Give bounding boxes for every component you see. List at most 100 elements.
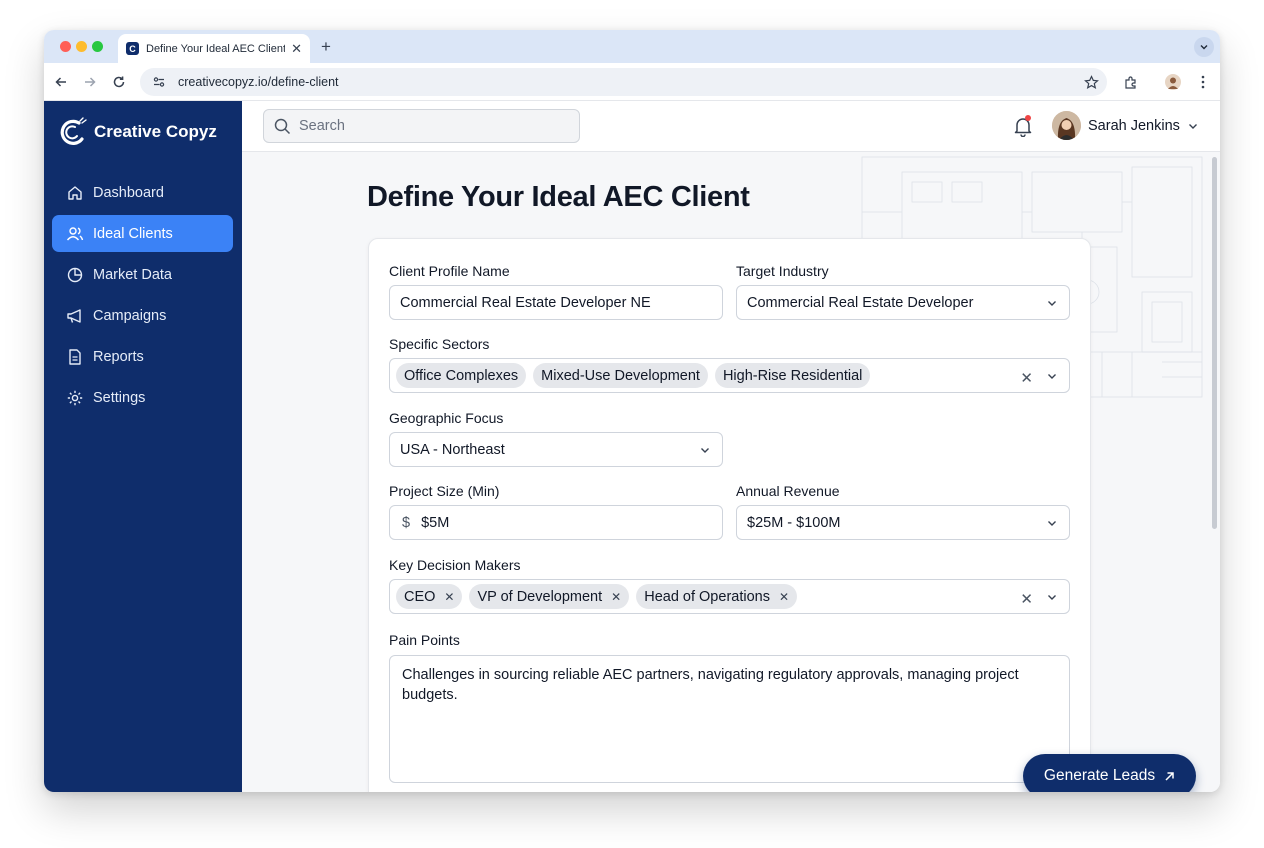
- profile-avatar-icon[interactable]: [1164, 73, 1182, 91]
- decision-maker-chip[interactable]: Head of Operations ✕: [636, 584, 798, 609]
- remove-chip-icon[interactable]: ✕: [611, 590, 621, 604]
- geo-select[interactable]: USA - Northeast: [389, 432, 723, 467]
- sidebar-item-campaigns[interactable]: Campaigns: [52, 297, 233, 334]
- sectors-multiselect[interactable]: Office Complexes Mixed-Use Development H…: [389, 358, 1070, 393]
- sidebar-item-ideal-clients[interactable]: Ideal Clients: [52, 215, 233, 252]
- chevron-down-icon: [1048, 521, 1056, 526]
- new-tab-button[interactable]: +: [321, 37, 331, 57]
- remove-chip-icon[interactable]: ✕: [779, 590, 789, 604]
- browser-toolbar: creativecopyz.io/define-client: [44, 63, 1220, 101]
- users-icon: [66, 226, 84, 240]
- tab-title: Define Your Ideal AEC Client: [146, 42, 286, 55]
- profile-name-label: Client Profile Name: [389, 263, 510, 279]
- profile-name-field[interactable]: Commercial Real Estate Developer NE: [389, 285, 723, 320]
- decision-makers-label: Key Decision Makers: [389, 557, 521, 573]
- search-input[interactable]: [299, 118, 559, 134]
- generate-leads-label: Generate Leads: [1043, 767, 1156, 784]
- sidebar-nav: Dashboard Ideal Clients Market Data Camp…: [52, 174, 233, 420]
- brand-logo-icon: [60, 117, 87, 145]
- decision-maker-chip[interactable]: CEO ✕: [396, 584, 463, 609]
- revenue-select[interactable]: $25M - $100M: [736, 505, 1070, 540]
- pain-points-label: Pain Points: [389, 632, 460, 648]
- target-industry-select[interactable]: Commercial Real Estate Developer: [736, 285, 1070, 320]
- sidebar-item-settings[interactable]: Settings: [52, 379, 233, 416]
- chevron-down-icon: [1200, 45, 1208, 50]
- sidebar-item-label: Dashboard: [93, 184, 164, 201]
- document-icon: [69, 348, 81, 365]
- browser-window: C Define Your Ideal AEC Client ✕ + creat…: [44, 30, 1220, 792]
- user-menu[interactable]: Sarah Jenkins: [1052, 111, 1198, 140]
- brand-name: Creative Copyz: [94, 122, 217, 141]
- scrollbar[interactable]: [1212, 157, 1217, 529]
- browser-tab-active[interactable]: C Define Your Ideal AEC Client ✕: [118, 34, 310, 63]
- favicon-icon: C: [126, 42, 139, 55]
- top-bar: Sarah Jenkins: [242, 101, 1220, 152]
- megaphone-icon: [67, 308, 81, 323]
- brand-logo[interactable]: Creative Copyz: [60, 117, 217, 147]
- client-profile-form: Client Profile Name Commercial Real Esta…: [368, 238, 1091, 792]
- notification-badge: [1025, 115, 1031, 121]
- minimize-window-button[interactable]: [76, 41, 87, 52]
- site-info-icon[interactable]: [152, 74, 168, 90]
- chip-label: CEO: [404, 588, 436, 605]
- maximize-window-button[interactable]: [92, 41, 103, 52]
- home-icon: [68, 185, 82, 200]
- sector-chip[interactable]: Mixed-Use Development: [533, 363, 708, 388]
- sidebar-item-reports[interactable]: Reports: [52, 338, 233, 375]
- pain-points-textarea[interactable]: Challenges in sourcing reliable AEC part…: [389, 655, 1070, 783]
- address-bar[interactable]: creativecopyz.io/define-client: [140, 68, 1107, 96]
- chevron-down-icon[interactable]: [1047, 592, 1057, 602]
- main-content: Sarah Jenkins Define Your Ideal AEC Clie…: [242, 101, 1220, 792]
- close-window-button[interactable]: [60, 41, 71, 52]
- generate-leads-button[interactable]: Generate Leads: [1023, 754, 1196, 792]
- gear-icon: [67, 390, 83, 405]
- project-size-field[interactable]: $ $5M: [389, 505, 723, 540]
- geo-label: Geographic Focus: [389, 410, 504, 426]
- sector-chip[interactable]: Office Complexes: [396, 363, 527, 388]
- remove-chip-icon[interactable]: ✕: [444, 590, 454, 604]
- back-arrow-icon[interactable]: [52, 73, 70, 91]
- extensions-icon[interactable]: [1121, 73, 1139, 91]
- pie-chart-icon: [67, 267, 83, 282]
- sector-chip[interactable]: High-Rise Residential: [714, 363, 871, 388]
- chevron-down-icon: [1188, 123, 1197, 129]
- decision-maker-chip[interactable]: VP of Development ✕: [469, 584, 630, 609]
- browser-menu-icon[interactable]: [1194, 73, 1212, 91]
- bookmark-star-icon[interactable]: [1082, 73, 1100, 91]
- revenue-value: $25M - $100M: [747, 514, 841, 531]
- url-text: creativecopyz.io/define-client: [178, 75, 339, 89]
- clear-icon[interactable]: ✕: [1020, 590, 1033, 608]
- sidebar-item-label: Reports: [93, 348, 144, 365]
- sidebar-item-dashboard[interactable]: Dashboard: [52, 174, 233, 211]
- chevron-down-icon: [1048, 301, 1056, 306]
- sidebar-item-label: Campaigns: [93, 307, 167, 324]
- search-box[interactable]: [263, 109, 580, 143]
- avatar: [1052, 111, 1081, 140]
- search-icon: [274, 118, 291, 134]
- sidebar: Creative Copyz Dashboard Ideal Clients M…: [44, 101, 242, 792]
- sidebar-item-label: Ideal Clients: [93, 225, 173, 242]
- chip-label: Head of Operations: [644, 588, 770, 605]
- sidebar-item-market-data[interactable]: Market Data: [52, 256, 233, 293]
- chevron-down-icon: [701, 448, 709, 453]
- user-name: Sarah Jenkins: [1088, 117, 1180, 134]
- project-size-label: Project Size (Min): [389, 483, 500, 499]
- geo-value: USA - Northeast: [400, 441, 505, 458]
- tab-close-icon[interactable]: ✕: [291, 41, 302, 57]
- reload-icon[interactable]: [110, 73, 128, 91]
- project-size-value: $5M: [421, 514, 450, 531]
- chip-label: VP of Development: [477, 588, 603, 605]
- decision-makers-multiselect[interactable]: CEO ✕ VP of Development ✕ Head of Operatio…: [389, 579, 1070, 614]
- sidebar-item-label: Market Data: [93, 266, 172, 283]
- target-industry-label: Target Industry: [736, 263, 829, 279]
- target-industry-value: Commercial Real Estate Developer: [747, 294, 974, 311]
- profile-name-value: Commercial Real Estate Developer NE: [400, 294, 651, 311]
- tab-strip: C Define Your Ideal AEC Client ✕ +: [44, 30, 1220, 63]
- sectors-label: Specific Sectors: [389, 336, 490, 352]
- forward-arrow-icon[interactable]: [81, 73, 99, 91]
- currency-symbol: $: [402, 514, 411, 531]
- clear-icon[interactable]: ✕: [1020, 369, 1033, 387]
- chevron-down-icon[interactable]: [1047, 371, 1057, 381]
- tab-search-button[interactable]: [1194, 37, 1214, 57]
- sidebar-item-label: Settings: [93, 389, 146, 406]
